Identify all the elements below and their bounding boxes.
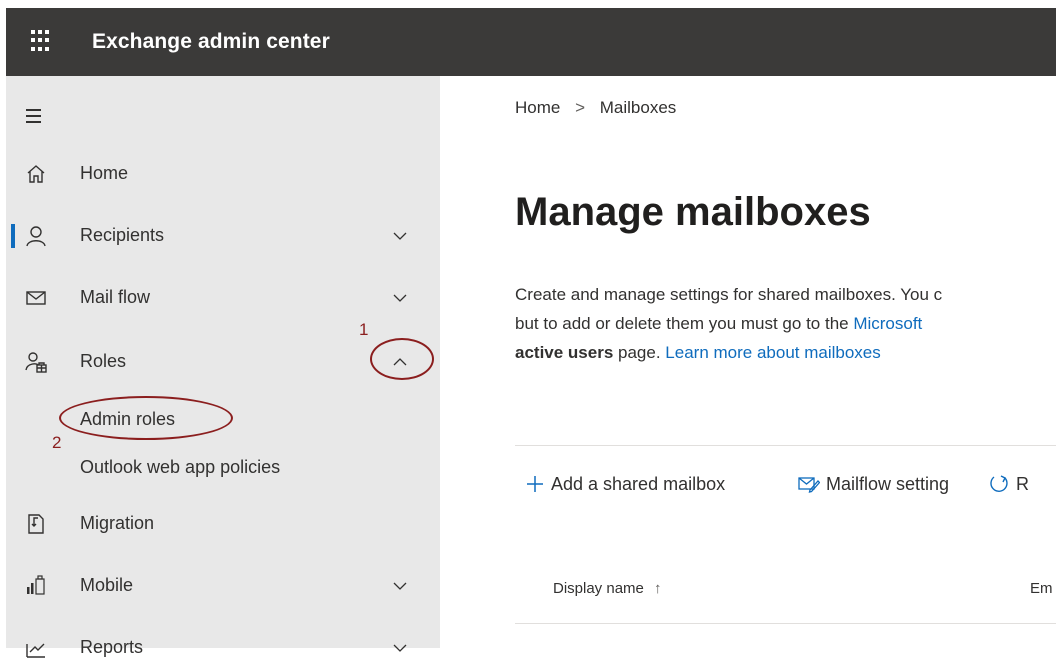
nav-label-home: Home: [80, 163, 129, 183]
add-shared-mailbox-label: Add a shared mailbox: [551, 473, 726, 494]
description-line-2: but to add or delete them you must go to…: [515, 309, 1056, 338]
top-bar: Exchange admin center: [6, 8, 1056, 76]
nav-label-mobile: Mobile: [80, 575, 134, 595]
description-line-1: Create and manage settings for shared ma…: [515, 285, 943, 304]
breadcrumb-current: Mailboxes: [599, 98, 677, 117]
nav-item-recipients[interactable]: Recipients: [6, 216, 440, 256]
column-header-email[interactable]: Em: [1030, 580, 1053, 597]
nav-item-reports[interactable]: Reports: [6, 628, 440, 668]
column-header-display-name[interactable]: Display name ↑: [553, 580, 662, 597]
person-icon: [26, 226, 46, 247]
breadcrumb-separator-icon: >: [575, 98, 586, 117]
refresh-icon: [990, 475, 1008, 492]
chevron-down-icon[interactable]: [390, 576, 410, 596]
mailflow-setting-button[interactable]: Mailflow setting: [798, 466, 949, 502]
nav-item-migration[interactable]: Migration: [6, 504, 440, 544]
nav-label-roles: Roles: [80, 351, 127, 371]
learn-more-link[interactable]: Learn more about mailboxes: [665, 343, 880, 362]
page-title: Manage mailboxes: [515, 190, 871, 234]
mail-icon: [26, 291, 46, 305]
breadcrumb: Home > Mailboxes: [515, 98, 676, 118]
nav-item-mail-flow[interactable]: Mail flow: [6, 278, 440, 318]
annotation-number-1: 1: [359, 320, 369, 339]
migration-icon: [28, 514, 44, 534]
hamburger-menu-icon[interactable]: [26, 109, 41, 123]
divider: [515, 445, 1056, 446]
sort-ascending-icon: ↑: [654, 580, 662, 597]
description-line-3: active users page. Learn more about mail…: [515, 338, 1056, 367]
add-shared-mailbox-button[interactable]: Add a shared mailbox: [525, 466, 725, 502]
mailflow-setting-label: Mailflow setting: [826, 473, 950, 494]
table-header-divider: [515, 623, 1056, 624]
active-users-text: active users: [515, 343, 614, 362]
description-text: but to add or delete them you must go to…: [515, 314, 854, 333]
selected-indicator: [11, 224, 15, 248]
chevron-down-icon[interactable]: [390, 288, 410, 308]
plus-icon: [527, 476, 543, 492]
mail-edit-icon: [798, 477, 820, 493]
annotation-circle-roles-chevron: [370, 338, 434, 380]
microsoft-link[interactable]: Microsoft: [853, 314, 922, 333]
nav-label-migration: Migration: [80, 513, 155, 533]
reports-icon: [26, 643, 45, 658]
description-text: page.: [613, 343, 666, 362]
nav-label-recipients: Recipients: [80, 225, 165, 245]
display-name-label: Display name: [553, 580, 644, 597]
page-description: Create and manage settings for shared ma…: [515, 280, 1056, 367]
chevron-down-icon[interactable]: [390, 226, 410, 246]
home-icon: [27, 165, 45, 183]
sidebar: Home Recipients Mail flow Roles Admin ro…: [6, 76, 440, 658]
nav-item-mobile[interactable]: Mobile: [6, 566, 440, 606]
breadcrumb-home[interactable]: Home: [515, 98, 560, 117]
nav-item-home[interactable]: Home: [6, 154, 440, 194]
mobile-icon: [27, 575, 45, 595]
nav-label-mail-flow: Mail flow: [80, 287, 151, 307]
app-title: Exchange admin center: [92, 30, 330, 53]
toolbar: Add a shared mailbox Mailflow setting R: [515, 466, 1056, 502]
app-launcher-icon[interactable]: [31, 30, 53, 52]
refresh-button[interactable]: R: [988, 466, 1029, 502]
annotation-circle-admin-roles: [59, 396, 233, 440]
chevron-down-icon[interactable]: [390, 638, 410, 658]
nav-subitem-owa-policies[interactable]: Outlook web app policies: [80, 457, 280, 478]
refresh-label: R: [1016, 473, 1029, 494]
annotation-number-2: 2: [52, 433, 62, 452]
roles-icon: [25, 352, 47, 373]
